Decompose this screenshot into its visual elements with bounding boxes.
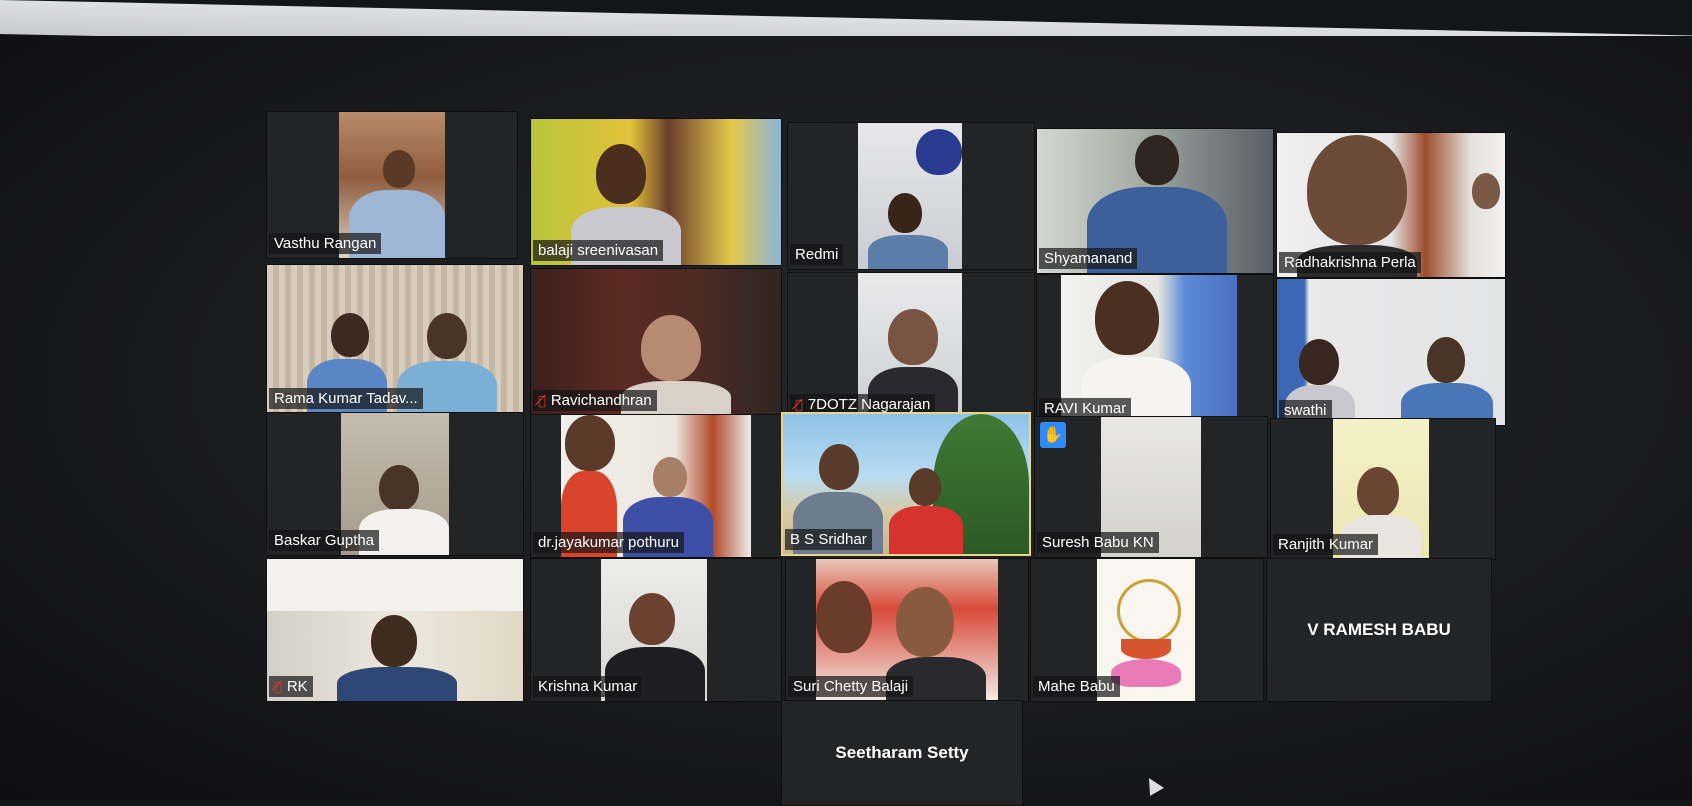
participant-name: Vasthu Rangan (269, 233, 382, 254)
chit-funds-logo (1117, 579, 1181, 643)
muted-mic-icon: 🎙̸ (274, 680, 282, 695)
gallery-view: Vasthu Rangan balaji sreenivasan Redmi S… (0, 36, 1692, 806)
participant-tile[interactable]: Radhakrishna Perla (1276, 132, 1506, 278)
participant-video (858, 123, 962, 269)
participant-tile[interactable]: Ranjith Kumar (1270, 418, 1496, 560)
participant-tile[interactable]: Suri Chetty Balaji (785, 558, 1029, 702)
participant-name: 🎙̸ Ravichandhran (533, 390, 657, 411)
participant-name: Krishna Kumar (533, 676, 643, 697)
muted-mic-icon: 🎙̸ (795, 398, 803, 413)
participant-name: Ranjith Kumar (1273, 534, 1379, 555)
participant-tile[interactable]: 🎙̸ RK (266, 558, 524, 702)
participant-tile[interactable]: Mahe Babu (1030, 558, 1264, 702)
participant-tile[interactable]: RAVI Kumar (1036, 274, 1274, 424)
participant-name: Radhakrishna Perla (1279, 252, 1421, 273)
participant-tile[interactable]: swathi (1276, 278, 1506, 426)
participant-tile[interactable]: 🎙̸ 7DOTZ Nagarajan (787, 272, 1035, 420)
participant-name: Suri Chetty Balaji (788, 676, 914, 697)
participant-tile[interactable]: dr.jayakumar pothuru (530, 414, 782, 558)
participant-name: V RAMESH BABU (1307, 620, 1451, 639)
participant-tile-active-speaker[interactable]: B S Sridhar (781, 412, 1031, 556)
participant-tile[interactable]: Baskar Guptha (266, 412, 524, 556)
participant-name: Suresh Babu KN (1037, 532, 1159, 553)
participant-name: Redmi (790, 244, 844, 265)
participant-tile[interactable]: Shyamanand (1036, 128, 1274, 274)
participant-tile[interactable]: V RAMESH BABU (1266, 558, 1492, 702)
participant-tile[interactable]: Krishna Kumar (530, 558, 782, 702)
muted-mic-icon: 🎙̸ (538, 394, 546, 409)
participant-tile[interactable]: Rama Kumar Tadav... (266, 264, 524, 414)
participant-name: Mahe Babu (1033, 676, 1120, 697)
participant-tile[interactable]: Seetharam Setty (781, 700, 1023, 806)
participant-name: 🎙̸ RK (269, 676, 313, 697)
participant-name: Rama Kumar Tadav... (269, 388, 423, 409)
participant-name: B S Sridhar (785, 529, 872, 550)
participant-name: balaji sreenivasan (533, 240, 664, 261)
participant-name: dr.jayakumar pothuru (533, 532, 684, 553)
participant-tile[interactable]: 🎙̸ Ravichandhran (530, 268, 782, 416)
participant-tile[interactable]: ✋ Suresh Babu KN (1034, 416, 1268, 558)
participant-name: Shyamanand (1039, 248, 1138, 269)
participant-tile[interactable]: Vasthu Rangan (266, 111, 518, 259)
raised-hand-icon: ✋ (1040, 422, 1066, 448)
participant-name: Seetharam Setty (835, 743, 969, 762)
participant-tile[interactable]: balaji sreenivasan (530, 118, 782, 266)
participant-name: Baskar Guptha (269, 530, 380, 551)
participant-tile[interactable]: Redmi (787, 122, 1035, 270)
